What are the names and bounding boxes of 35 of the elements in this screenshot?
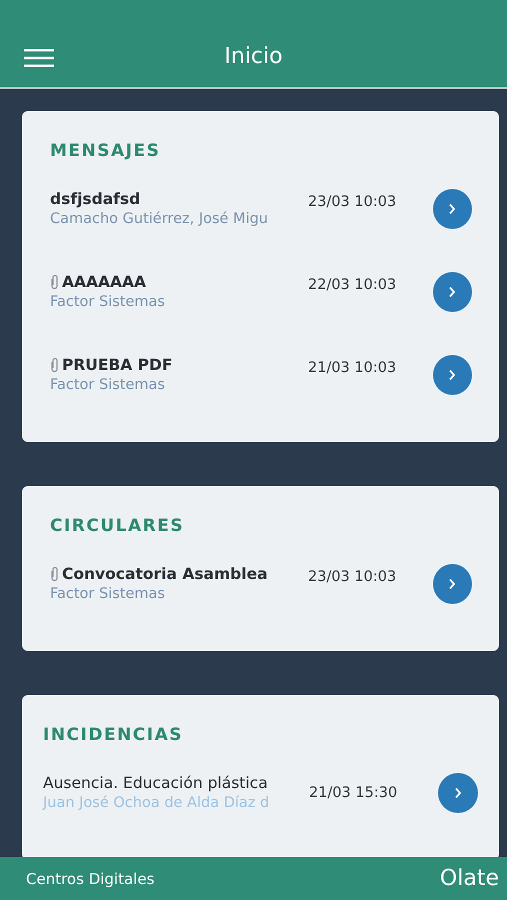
item-title: PRUEBA PDF — [62, 356, 172, 374]
open-button[interactable] — [432, 188, 472, 228]
school-selector[interactable]: Olate — [440, 866, 499, 891]
open-button[interactable] — [438, 772, 478, 812]
open-button[interactable] — [432, 354, 472, 394]
item-time: 21/03 15:30 — [308, 784, 398, 800]
item-sender: Camacho Gutiérrez, José Migu — [50, 211, 268, 227]
paperclip-icon — [50, 566, 59, 582]
section-title: CIRCULARES — [50, 516, 186, 536]
app-name: Centros Digitales — [26, 870, 154, 888]
item-title: Convocatoria Asamblea — [62, 565, 268, 583]
screen-title: Inicio — [224, 44, 283, 71]
item-time: 22/03 10:03 — [307, 276, 398, 292]
open-button[interactable] — [432, 564, 472, 604]
section-title: INCIDENCIAS — [43, 725, 184, 745]
item-title: Ausencia. Educación plástica — [43, 774, 268, 792]
item-time: 23/03 10:03 — [307, 194, 398, 210]
item-time: 21/03 10:03 — [307, 360, 398, 376]
chevron-icon — [448, 368, 456, 380]
menu-icon[interactable] — [24, 49, 54, 67]
item-title: dsfjsdafsd — [50, 190, 140, 208]
chevron-icon — [448, 202, 456, 214]
item-sender: Factor Sistemas — [50, 586, 165, 602]
item-sender: Juan José Ochoa de Alda Díaz d — [43, 795, 270, 811]
paperclip-icon — [50, 357, 59, 373]
chevron-icon — [454, 786, 462, 798]
item-title: AAAAAAA — [62, 273, 146, 291]
section-title: MENSAJES — [50, 141, 162, 161]
item-sender: Factor Sistemas — [50, 294, 165, 310]
chevron-icon — [448, 578, 456, 590]
chevron-icon — [448, 286, 456, 298]
open-button[interactable] — [432, 272, 472, 312]
item-time: 23/03 10:03 — [307, 568, 398, 584]
item-sender: Factor Sistemas — [50, 377, 165, 393]
paperclip-icon — [50, 274, 59, 290]
